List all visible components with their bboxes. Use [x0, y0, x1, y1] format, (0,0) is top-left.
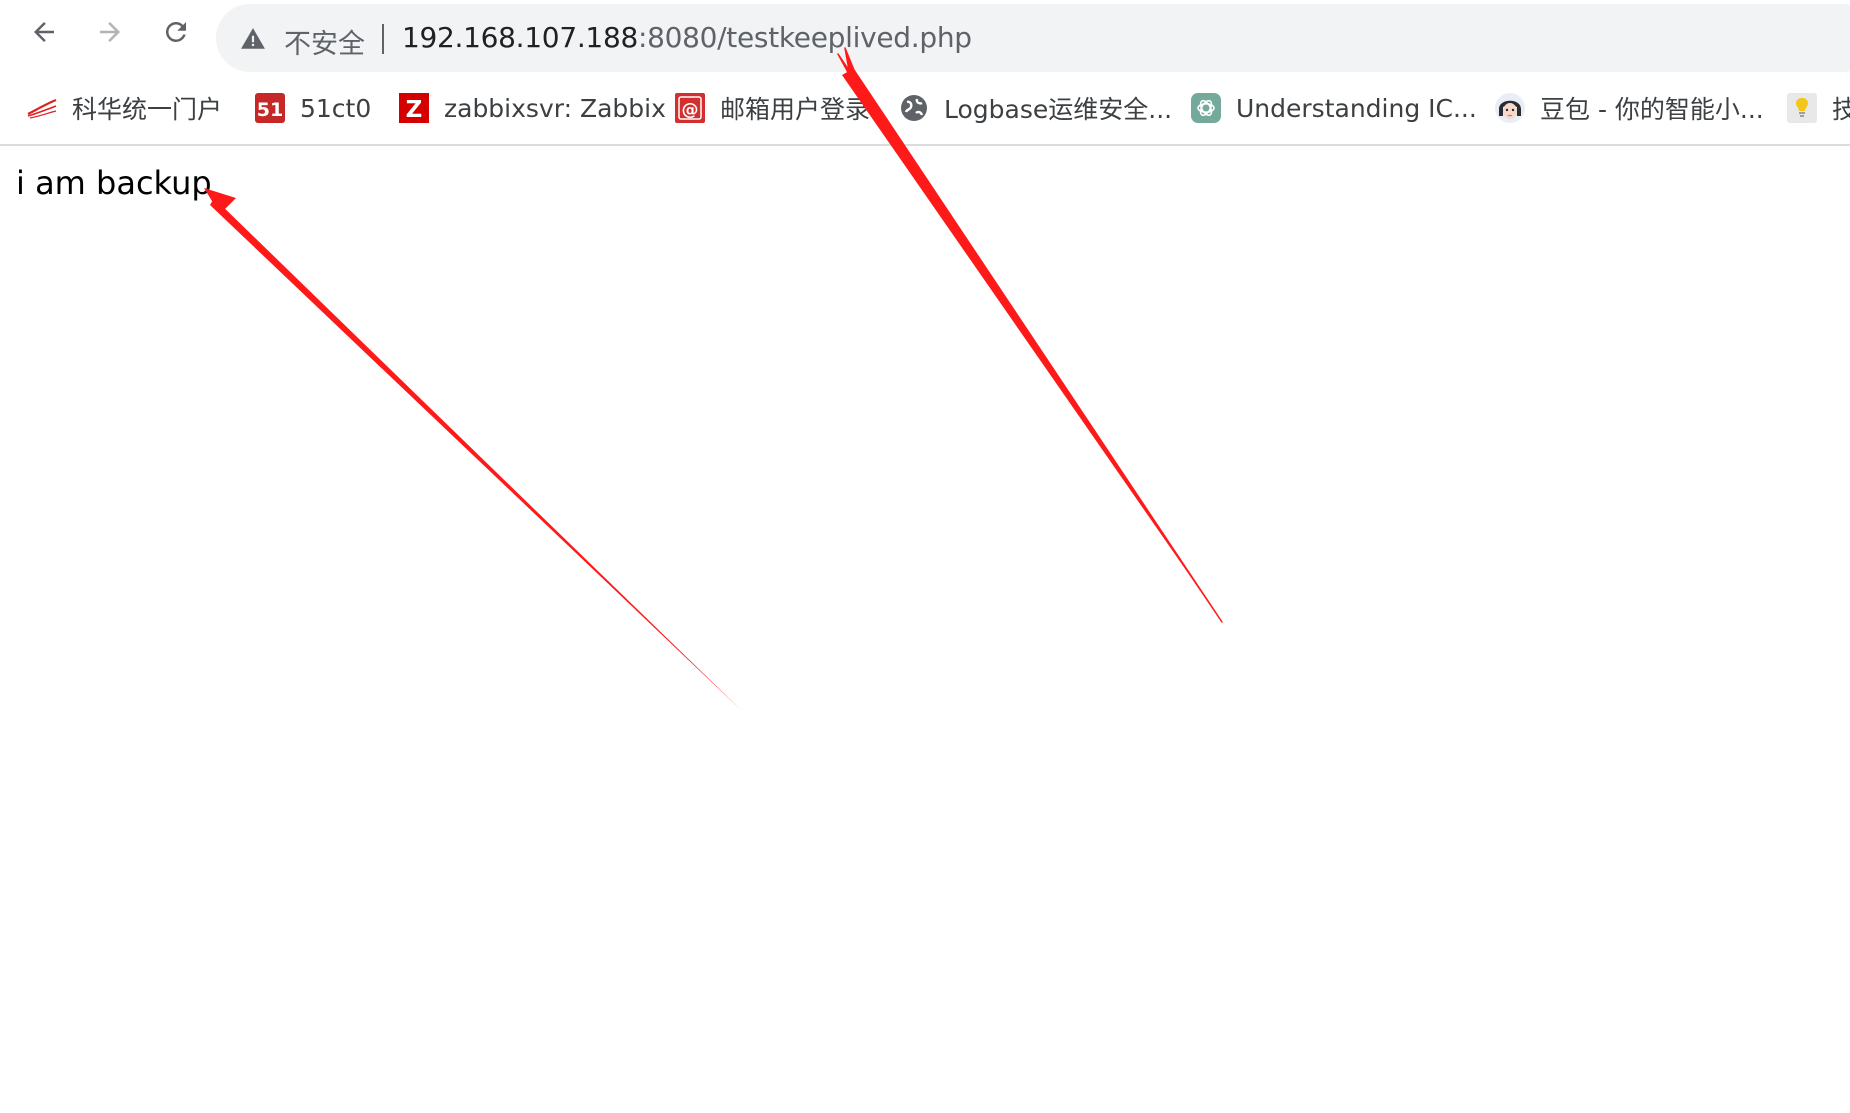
- bookmark-label: 邮箱用户登录: [720, 95, 871, 124]
- bookmark-51cto[interactable]: 51 51ct0: [254, 88, 371, 128]
- svg-text:@: @: [682, 100, 699, 120]
- bookmark-label: 科华统一门户: [72, 95, 223, 124]
- bookmark-label: Understanding IC...: [1236, 93, 1477, 123]
- annotation-layer: [204, 47, 1223, 711]
- arrow-right-icon: [100, 22, 120, 42]
- page-body-text: i am backup: [16, 164, 212, 202]
- bookmark-understanding-ic[interactable]: Understanding IC...: [1190, 88, 1477, 128]
- omnibox-divider: [382, 24, 384, 54]
- zabbix-logo-icon: Z: [398, 92, 430, 124]
- 51cto-logo-icon: 51: [254, 92, 286, 124]
- bookmark-tech[interactable]: 技: [1786, 88, 1850, 128]
- globe-icon: [898, 92, 930, 124]
- bookmarks-bar: 科华统一门户 51 51ct0 Z zabbixsvr: Zabbix @ 邮箱…: [0, 88, 1850, 128]
- annotation-arrow-url-shaft: [842, 71, 1222, 622]
- arrow-left-icon: [34, 22, 54, 42]
- forward-button[interactable]: [92, 14, 128, 50]
- lightbulb-icon: [1786, 92, 1818, 124]
- bookmark-label: 51ct0: [300, 93, 372, 123]
- back-button[interactable]: [26, 14, 62, 50]
- bookmark-zabbix[interactable]: Z zabbixsvr: Zabbix: [398, 88, 666, 128]
- browser-window: 不安全 192.168.107.188:8080/testkeeplived.p…: [0, 0, 1850, 1113]
- browser-toolbar: 不安全 192.168.107.188:8080/testkeeplived.p…: [0, 0, 1850, 72]
- bookmark-doubao[interactable]: 豆包 - 你的智能小...: [1494, 88, 1764, 128]
- svg-text:51: 51: [257, 99, 283, 121]
- svg-text:Z: Z: [406, 97, 423, 123]
- reload-button[interactable]: [158, 14, 194, 50]
- bookmark-logbase[interactable]: Logbase运维安全...: [898, 88, 1172, 128]
- url-host: 192.168.107.188: [402, 21, 638, 54]
- bookmark-label: zabbixsvr: Zabbix: [444, 93, 666, 123]
- chatgpt-logo-icon: [1190, 92, 1222, 124]
- security-status-label[interactable]: 不安全: [284, 22, 365, 61]
- url-text[interactable]: 192.168.107.188:8080/testkeeplived.php: [402, 21, 972, 54]
- bookmark-kehua-portal[interactable]: 科华统一门户: [26, 88, 222, 128]
- kehua-logo-icon: [26, 92, 58, 124]
- warning-triangle-icon[interactable]: [240, 26, 266, 52]
- bookmark-mail-login[interactable]: @ 邮箱用户登录: [674, 88, 870, 128]
- doubao-avatar-icon: [1494, 92, 1526, 124]
- reload-icon: [165, 21, 186, 42]
- bookmark-label: 技: [1832, 95, 1850, 124]
- annotation-arrow-to-url: [837, 47, 1223, 623]
- toolbar-separator: [0, 144, 1850, 146]
- address-bar[interactable]: 不安全 192.168.107.188:8080/testkeeplived.p…: [216, 4, 1850, 72]
- annotation-arrow-to-text: [210, 198, 742, 711]
- url-path: :8080/testkeeplived.php: [637, 21, 972, 54]
- bookmark-label: 豆包 - 你的智能小...: [1540, 95, 1764, 124]
- mail-at-icon: @: [674, 92, 706, 124]
- bookmark-label: Logbase运维安全...: [944, 95, 1173, 124]
